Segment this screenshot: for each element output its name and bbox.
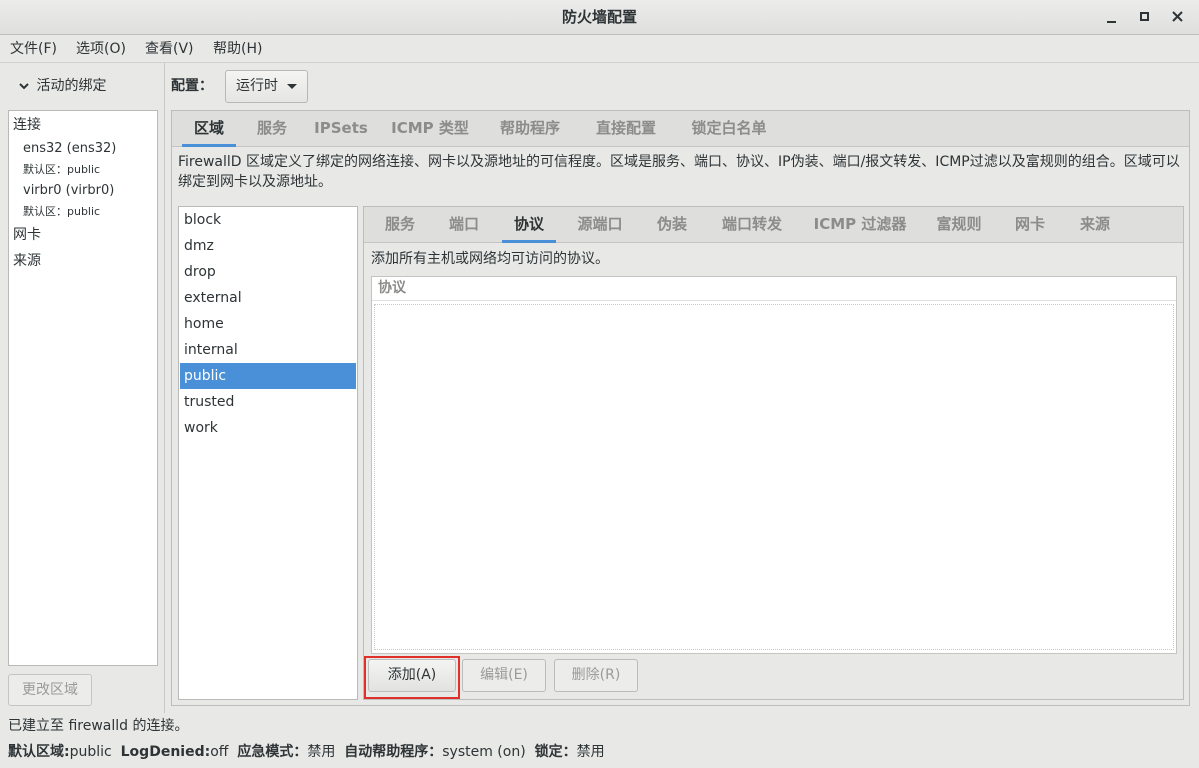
- zone-item-block[interactable]: block: [180, 207, 356, 233]
- connection-ens32-zone: 默认区：public: [23, 163, 101, 176]
- delete-button[interactable]: 删除(R): [554, 659, 638, 692]
- zone-item-internal[interactable]: internal: [180, 337, 356, 363]
- zone-item-external[interactable]: external: [180, 285, 356, 311]
- subtab-icmp-filter[interactable]: ICMP 过滤器: [806, 207, 914, 243]
- menu-help[interactable]: 帮助(H): [213, 36, 262, 63]
- zone-item-work[interactable]: work: [180, 415, 356, 441]
- dropdown-arrow-icon: [286, 71, 298, 114]
- menu-file[interactable]: 文件(F): [10, 36, 57, 63]
- log-denied-label: LogDenied:: [120, 744, 211, 760]
- protocols-column-header[interactable]: 协议: [372, 277, 1176, 301]
- config-value: 运行时: [236, 78, 278, 94]
- subtab-masquerade[interactable]: 伪装: [646, 207, 698, 243]
- tab-ipsets[interactable]: IPSets: [308, 111, 374, 147]
- default-zone-value: public: [69, 744, 112, 760]
- tab-services[interactable]: 服务: [244, 111, 300, 147]
- auto-helpers-label: 自动帮助程序：: [344, 744, 443, 760]
- connection-virbr0-zone: 默认区：public: [23, 205, 101, 218]
- lockdown-value: 禁用: [576, 744, 605, 760]
- panel-divider[interactable]: [164, 63, 165, 713]
- default-zone-label: 默认区域:: [8, 744, 70, 760]
- window-title: 防火墙配置: [561, 8, 637, 26]
- subtab-services[interactable]: 服务: [374, 207, 426, 243]
- panic-mode-label: 应急模式：: [237, 744, 308, 760]
- change-zone-button[interactable]: 更改区域: [8, 674, 92, 706]
- subtab-protocols[interactable]: 协议: [502, 207, 556, 243]
- connection-ens32[interactable]: ens32 (ens32): [23, 141, 116, 156]
- zone-item-trusted[interactable]: trusted: [180, 389, 356, 415]
- panic-mode-value: 禁用: [307, 744, 336, 760]
- bindings-list: 连接 ens32 (ens32) 默认区：public virbr0 (virb…: [8, 110, 158, 666]
- auto-helpers-value: system (on): [442, 744, 526, 760]
- add-button[interactable]: 添加(A): [368, 659, 456, 692]
- tab-direct-config[interactable]: 直接配置: [584, 111, 668, 147]
- menu-options[interactable]: 选项(O): [76, 36, 126, 63]
- close-icon[interactable]: [1167, 6, 1189, 28]
- zone-item-public[interactable]: public: [180, 363, 356, 389]
- subtab-ports[interactable]: 端口: [438, 207, 490, 243]
- subtab-port-forwarding[interactable]: 端口转发: [710, 207, 794, 243]
- zone-item-home[interactable]: home: [180, 311, 356, 337]
- minimize-icon[interactable]: [1101, 6, 1123, 28]
- connection-status: 已建立至 firewalld 的连接。: [8, 718, 189, 734]
- subtab-sources[interactable]: 来源: [1068, 207, 1122, 243]
- menu-bar: 文件(F) 选项(O) 查看(V) 帮助(H): [0, 36, 1199, 63]
- subtab-protocols-underline: [502, 240, 556, 243]
- protocols-description: 添加所有主机或网络均可访问的协议。: [371, 251, 609, 267]
- subtab-source-ports[interactable]: 源端口: [568, 207, 632, 243]
- subtab-interfaces[interactable]: 网卡: [1004, 207, 1056, 243]
- source-heading[interactable]: 来源: [13, 250, 41, 270]
- nic-heading[interactable]: 网卡: [13, 224, 41, 244]
- tab-zones-underline: [182, 144, 236, 147]
- config-dropdown[interactable]: 运行时: [225, 70, 308, 103]
- tab-zones[interactable]: 区域: [182, 111, 236, 147]
- bindings-title: 活动的绑定: [36, 78, 107, 94]
- connections-heading[interactable]: 连接: [13, 114, 41, 134]
- chevron-down-icon: [18, 74, 32, 98]
- bindings-expander[interactable]: 活动的绑定: [18, 74, 106, 98]
- status-bar: 默认区域:public LogDenied:off 应急模式：禁用 自动帮助程序…: [8, 742, 605, 762]
- tab-icmp-types[interactable]: ICMP 类型: [384, 111, 476, 147]
- connection-virbr0[interactable]: virbr0 (virbr0): [23, 183, 114, 198]
- protocols-list-body[interactable]: [374, 304, 1174, 650]
- lockdown-label: 锁定：: [534, 744, 577, 760]
- config-label: 配置：: [171, 78, 213, 94]
- menu-view[interactable]: 查看(V): [145, 36, 194, 63]
- edit-button[interactable]: 编辑(E): [462, 659, 546, 692]
- log-denied-value: off: [210, 744, 229, 760]
- zone-item-drop[interactable]: drop: [180, 259, 356, 285]
- tab-helpers[interactable]: 帮助程序: [488, 111, 572, 147]
- zone-description: FirewallD 区域定义了绑定的网络连接、网卡以及源地址的可信程度。区域是服…: [178, 154, 1180, 190]
- zone-list: block dmz drop external home internal pu…: [178, 206, 358, 700]
- zone-item-dmz[interactable]: dmz: [180, 233, 356, 259]
- subtab-rich-rules[interactable]: 富规则: [926, 207, 992, 243]
- maximize-icon[interactable]: [1134, 6, 1156, 28]
- tab-lockdown-whitelist[interactable]: 锁定白名单: [680, 111, 778, 147]
